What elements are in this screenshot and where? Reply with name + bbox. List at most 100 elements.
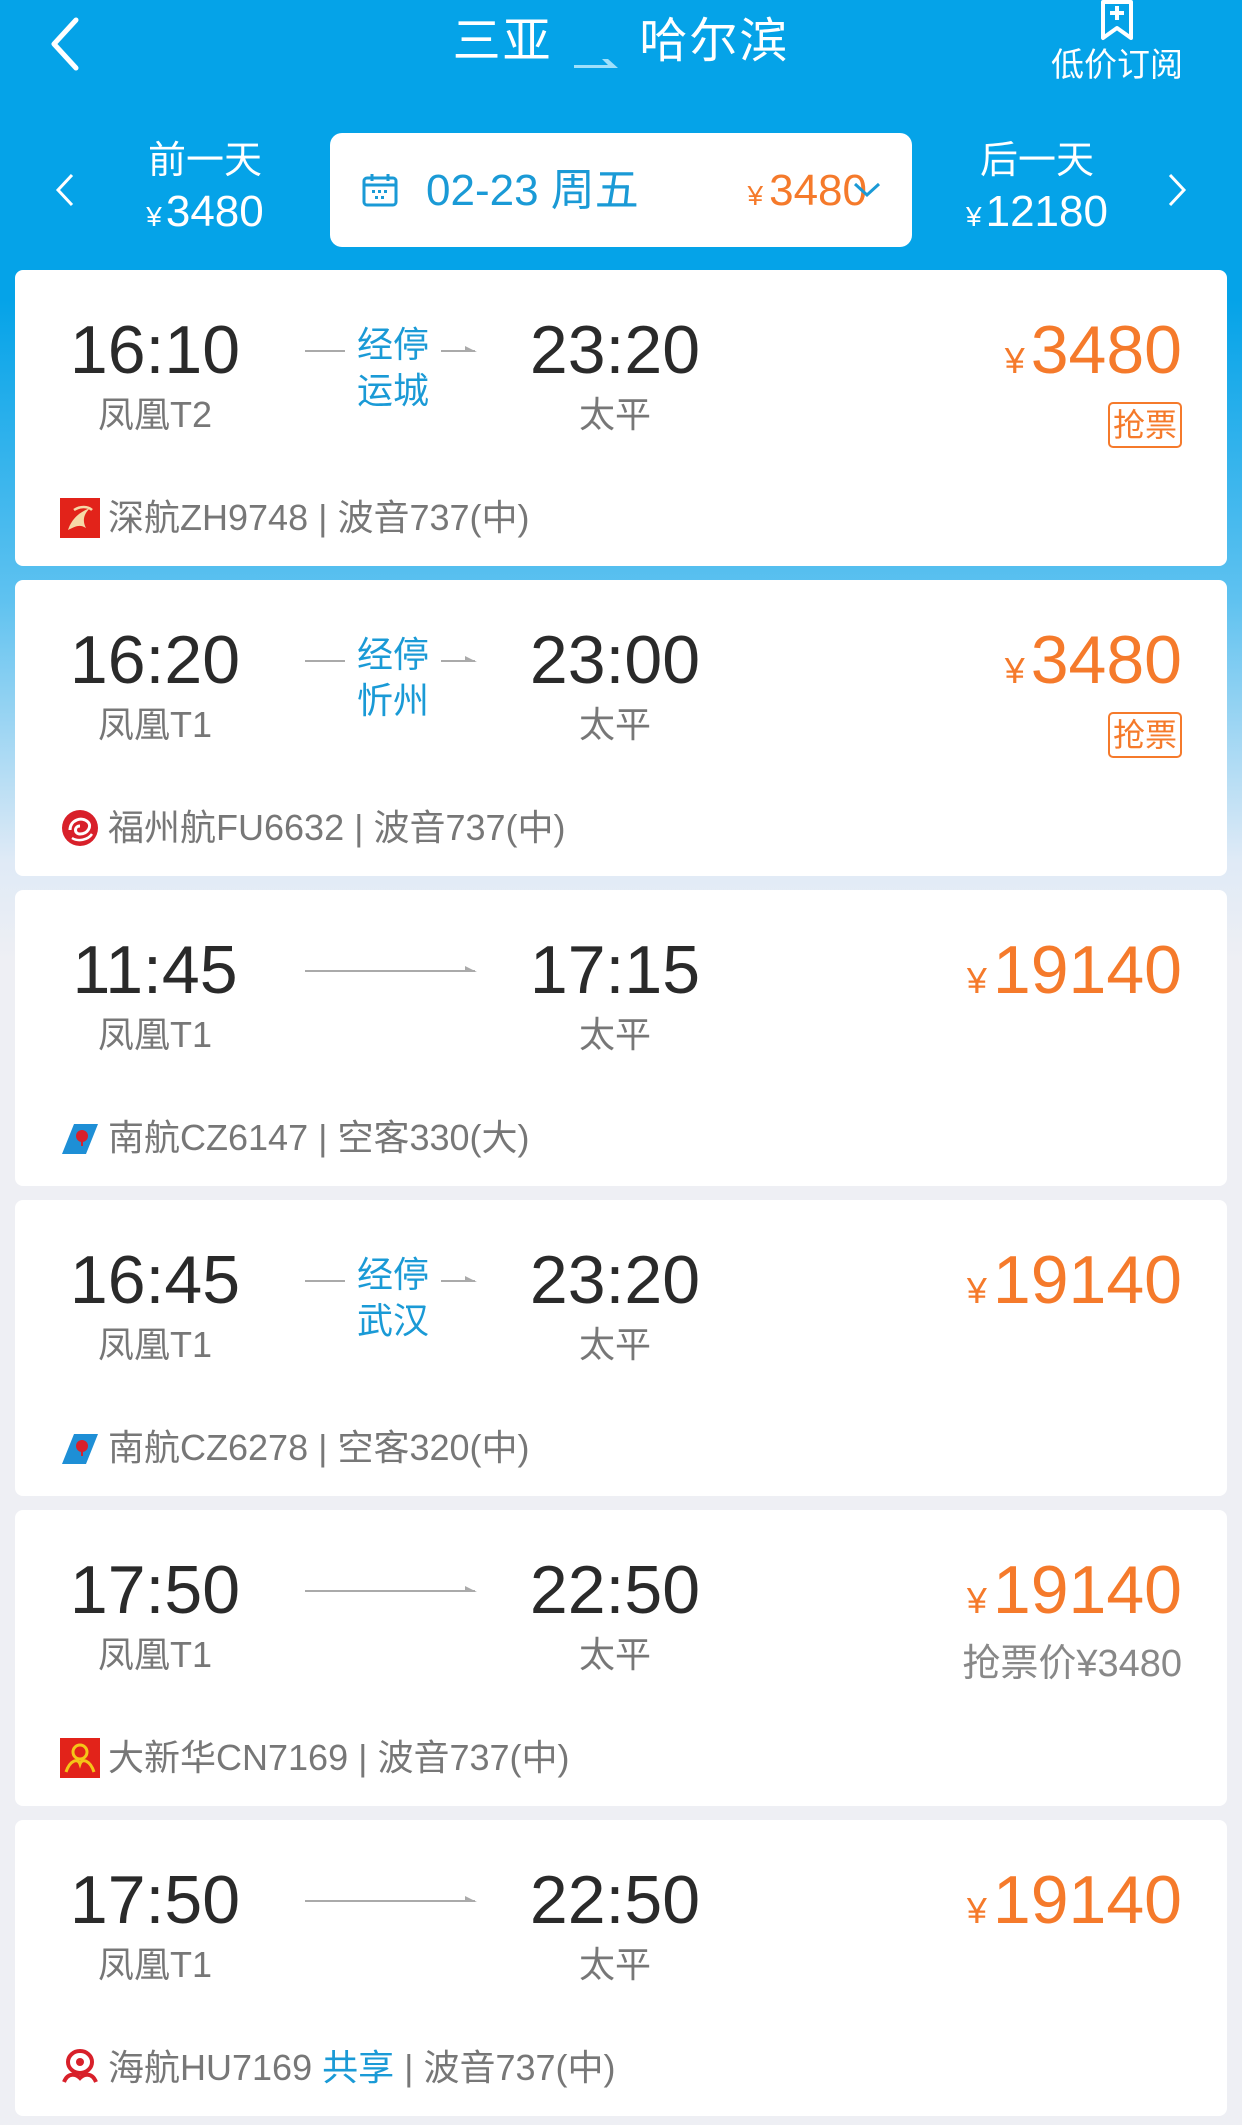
stopover-info: 经停 武汉: [345, 1252, 441, 1344]
flight-price: ¥3480: [1005, 620, 1182, 711]
price-value: 19140: [992, 932, 1182, 1008]
stopover-label: 经停: [356, 324, 429, 365]
aircraft-type: 波音737(中): [373, 807, 566, 848]
grab-ticket-price: 抢票价¥3480: [962, 1643, 1182, 1685]
price-value: 19140: [992, 1242, 1182, 1318]
stopover-label: 经停: [356, 1254, 429, 1295]
departure-time: 17:50: [69, 1862, 241, 1938]
airline-info: 福州航 FU6632 | 波音737(中): [60, 805, 566, 851]
airline-name: 南航: [108, 1117, 181, 1158]
airline-info: 大新华 CN7169 | 波音737(中): [60, 1735, 570, 1781]
flight-number: HU7169: [180, 2047, 313, 2088]
route-connector: [305, 964, 481, 984]
aircraft-type: 空客330(大): [337, 1117, 530, 1158]
airline-name: 大新华: [108, 1737, 217, 1778]
flight-card[interactable]: 16:20 凤凰T1 经停 忻州 23:00 太平 ¥3480 抢票 福州航 FU6…: [15, 580, 1227, 876]
departure-airport: 凤凰T1: [97, 1014, 212, 1055]
flight-card[interactable]: 16:10 凤凰T2 经停 运城 23:20 太平 ¥3480 抢票 深航 ZH97…: [15, 270, 1227, 566]
flight-card[interactable]: 11:45 凤凰T1 17:15 太平 ¥19140 南航 CZ6147 | 空客…: [15, 890, 1227, 1186]
flight-price: ¥19140: [967, 1240, 1182, 1331]
aircraft-type: 波音737(中): [337, 497, 530, 538]
price-value: 3480: [165, 187, 264, 236]
previous-day-price: ¥3480: [120, 186, 290, 243]
departure-time: 16:20: [69, 622, 241, 698]
airline-info: 深航 ZH9748 | 波音737(中): [60, 495, 530, 541]
china-southern-logo-icon: [62, 1124, 98, 1154]
arrow-head-icon: [465, 1586, 477, 1592]
calendar-icon: [362, 174, 398, 207]
grab-ticket-button[interactable]: 抢票: [1107, 402, 1182, 448]
currency-symbol: ¥: [1004, 650, 1025, 691]
flight-price: ¥19140: [967, 930, 1182, 1021]
arrival-time: 23:20: [529, 312, 701, 388]
route-connector: [305, 1894, 481, 1914]
currency-symbol: ¥: [966, 960, 987, 1001]
separator: |: [318, 1117, 328, 1158]
arrow-head-icon: [465, 1896, 477, 1902]
aircraft-type: 空客320(中): [337, 1427, 530, 1468]
chevron-left-icon: [55, 173, 74, 207]
price-value: 3480: [1030, 622, 1182, 698]
arrival-airport: 太平: [578, 704, 651, 745]
departure-airport: 凤凰T1: [97, 704, 212, 745]
flight-number: FU6632: [216, 807, 345, 848]
separator: |: [318, 1427, 328, 1468]
codeshare-label: 共享: [322, 2047, 395, 2088]
currency-symbol: ¥: [146, 201, 162, 232]
price-value: 19140: [992, 1862, 1182, 1938]
stopover-city: 忻州: [356, 680, 429, 721]
currency-symbol: ¥: [1004, 340, 1025, 381]
date-navigation: 前一天 ¥3480 02-23 周五 ¥3480 后一天 ¥12180: [0, 130, 1242, 250]
flight-price: ¥19140: [967, 1550, 1182, 1641]
arrow-head-icon: [465, 656, 477, 662]
departure-airport: 凤凰T2: [97, 394, 212, 435]
china-southern-logo-icon: [62, 1434, 98, 1464]
arrival-time: 23:00: [529, 622, 701, 698]
flight-number: CZ6147: [180, 1117, 309, 1158]
low-price-subscribe-button[interactable]: 低价订阅: [1042, 0, 1192, 90]
separator: |: [354, 807, 364, 848]
airline-info: 南航 CZ6147 | 空客330(大): [60, 1115, 530, 1161]
currency-symbol: ¥: [747, 180, 764, 211]
grab-ticket-button[interactable]: 抢票: [1107, 712, 1182, 758]
arrival-time: 22:50: [529, 1552, 701, 1628]
departure-time: 11:45: [72, 932, 238, 1008]
arrow-right-icon: [574, 30, 618, 69]
stopover-info: 经停 忻州: [345, 632, 441, 724]
arrival-time: 17:15: [529, 932, 701, 1008]
separator: |: [318, 497, 328, 538]
flight-card[interactable]: 17:50 凤凰T1 22:50 太平 ¥19140 抢票价¥3480 大新华 C…: [15, 1510, 1227, 1806]
flight-card[interactable]: 17:50 凤凰T1 22:50 太平 ¥19140 海航 HU7169 共享 |…: [15, 1820, 1227, 2116]
chevron-down-icon: [853, 182, 881, 198]
arrival-airport: 太平: [578, 1014, 651, 1055]
chevron-right-icon: [1168, 173, 1187, 207]
flight-card[interactable]: 16:45 凤凰T1 经停 武汉 23:20 太平 ¥19140 南航 CZ6278…: [15, 1200, 1227, 1496]
arrival-airport: 太平: [578, 1944, 651, 1985]
arrival-airport: 太平: [578, 1324, 651, 1365]
destination-city: 哈尔滨: [639, 15, 790, 68]
currency-symbol: ¥: [966, 1270, 987, 1311]
departure-airport: 凤凰T1: [97, 1324, 212, 1365]
next-day-label: 后一天: [979, 140, 1094, 182]
departure-airport: 凤凰T1: [97, 1944, 212, 1985]
arrival-time: 23:20: [529, 1242, 701, 1318]
flight-number: ZH9748: [180, 497, 309, 538]
date-selector[interactable]: 02-23 周五 ¥3480: [330, 133, 912, 247]
separator: |: [404, 2047, 414, 2088]
airline-info: 南航 CZ6278 | 空客320(中): [60, 1425, 530, 1471]
shenzhen-airlines-logo-icon: [60, 498, 100, 538]
previous-day-label: 前一天: [147, 140, 262, 182]
aircraft-type: 波音737(中): [377, 1737, 570, 1778]
flight-number: CZ6278: [180, 1427, 309, 1468]
airline-name: 深航: [108, 497, 181, 538]
aircraft-type: 波音737(中): [423, 2047, 616, 2088]
stopover-info: 经停 运城: [345, 322, 441, 414]
departure-time: 17:50: [69, 1552, 241, 1628]
next-day-button[interactable]: 后一天 ¥12180: [942, 130, 1242, 250]
arrival-airport: 太平: [578, 1634, 651, 1675]
selected-date-price: ¥3480: [670, 163, 867, 224]
grand-china-air-logo-icon: [60, 1738, 100, 1778]
bookmark-plus-icon: [1101, 0, 1133, 40]
previous-day-button[interactable]: 前一天 ¥3480: [0, 130, 300, 250]
fuzhou-airlines-logo-icon: [62, 810, 98, 846]
